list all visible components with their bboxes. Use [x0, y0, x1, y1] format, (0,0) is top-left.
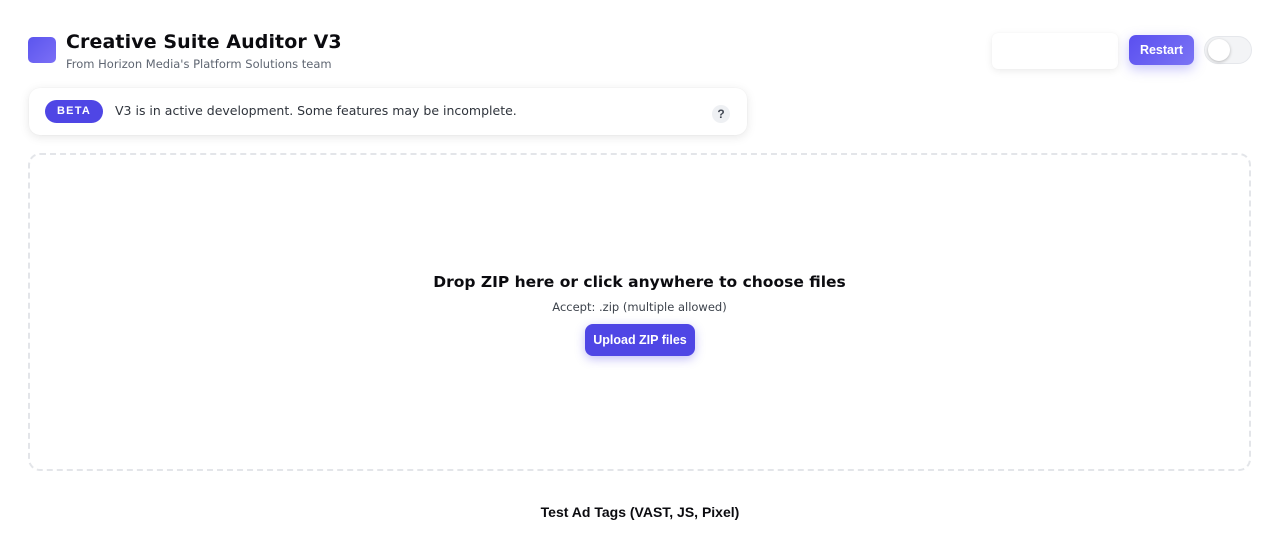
dropzone-title: Drop ZIP here or click anywhere to choos… — [433, 273, 846, 291]
toggle-knob — [1208, 39, 1230, 61]
restart-button[interactable]: Restart — [1129, 35, 1194, 65]
upload-zip-button[interactable]: Upload ZIP files — [585, 324, 695, 356]
app-title: Creative Suite Auditor V3 — [66, 31, 342, 53]
beta-message: V3 is in active development. Some featur… — [115, 103, 517, 118]
page: Creative Suite Auditor V3 From Horizon M… — [0, 0, 1265, 559]
zip-dropzone[interactable]: Drop ZIP here or click anywhere to choos… — [28, 153, 1251, 471]
dropzone-accept-hint: Accept: .zip (multiple allowed) — [552, 300, 727, 314]
app-subtitle: From Horizon Media's Platform Solutions … — [66, 57, 332, 71]
beta-badge: BETA — [45, 100, 103, 123]
theme-toggle[interactable] — [1204, 36, 1252, 64]
header-blank-panel — [992, 33, 1118, 69]
test-ad-tags-title: Test Ad Tags (VAST, JS, Pixel) — [540, 504, 740, 520]
beta-banner: BETA V3 is in active development. Some f… — [29, 88, 747, 135]
help-icon[interactable]: ? — [712, 105, 730, 123]
app-logo-icon — [28, 37, 56, 63]
